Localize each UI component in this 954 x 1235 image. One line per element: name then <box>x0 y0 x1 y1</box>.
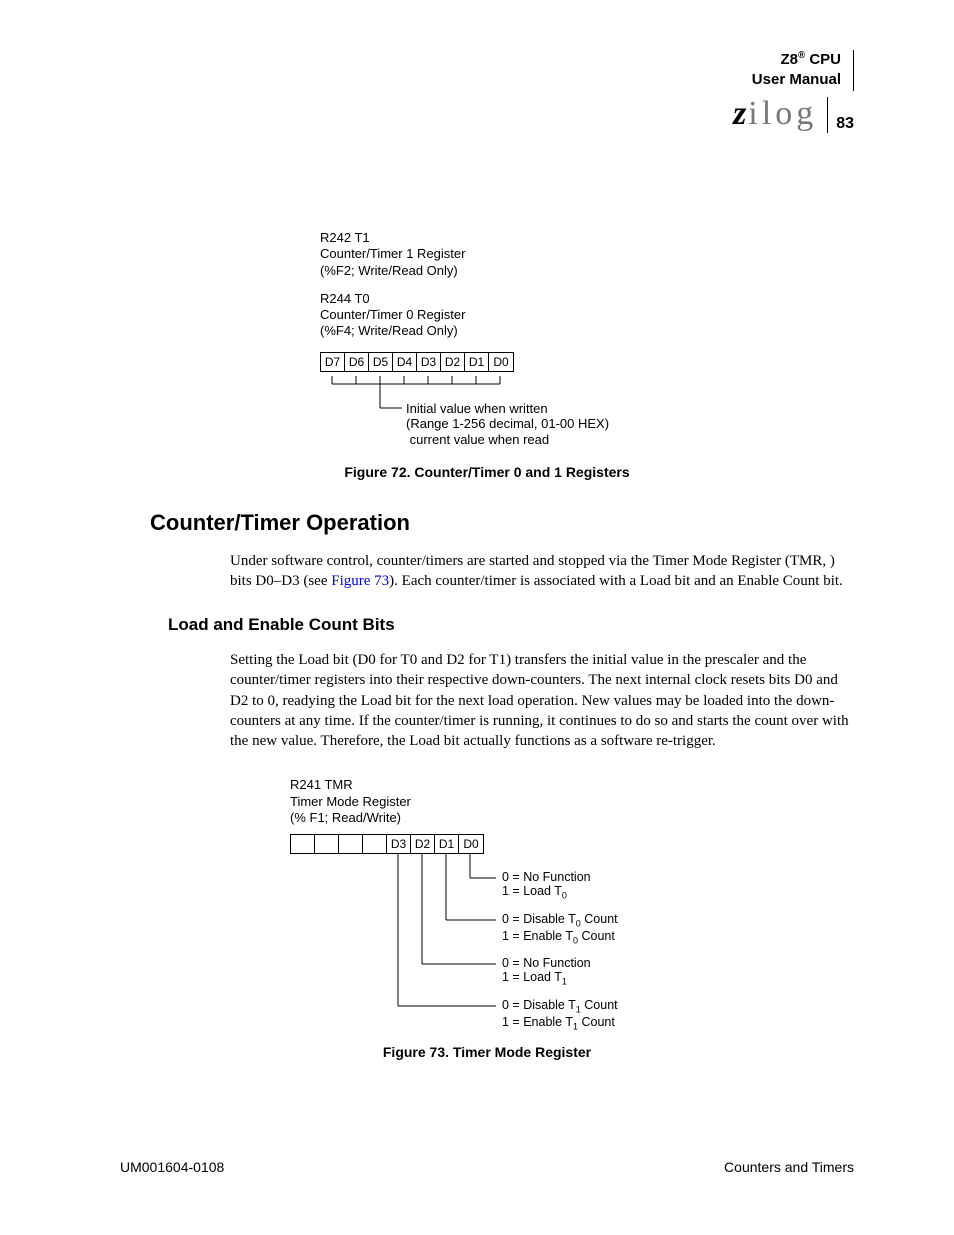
d1-text: 0 = Disable T0 Count 1 = Enable T0 Count <box>502 912 618 946</box>
bit-cell <box>363 835 387 853</box>
bit-cell: D6 <box>345 353 369 371</box>
d0-text: 0 = No Function 1 = Load T0 <box>502 870 591 901</box>
para-2: Setting the Load bit (D0 for T0 and D2 f… <box>230 650 854 751</box>
page-footer: UM001604-0108 Counters and Timers <box>120 1159 854 1175</box>
reg2-desc: R244 T0 Counter/Timer 0 Register (%F4; W… <box>320 291 854 340</box>
bit-cell <box>291 835 315 853</box>
bit-cell <box>339 835 363 853</box>
reg73-desc: R241 TMR Timer Mode Register (% F1; Read… <box>290 777 854 826</box>
callout-73-lines-icon <box>290 854 690 1044</box>
bit-cell: D1 <box>465 353 489 371</box>
d2-text: 0 = No Function 1 = Load T1 <box>502 956 591 987</box>
bit-cell: D0 <box>489 353 513 371</box>
subsection-heading: Load and Enable Count Bits <box>168 615 854 635</box>
section-heading: Counter/Timer Operation <box>150 510 854 536</box>
figure-72-caption: Figure 72. Counter/Timer 0 and 1 Registe… <box>120 464 854 480</box>
callout-72-text: Initial value when written (Range 1-256 … <box>406 401 609 448</box>
bit-cell <box>315 835 339 853</box>
page-header: Z8® CPU User Manual zilog 83 <box>733 50 854 133</box>
bit-cell: D0 <box>459 835 483 853</box>
bit-row-72: D7 D6 D5 D4 D3 D2 D1 D0 <box>320 352 514 372</box>
figure-73-caption: Figure 73. Timer Mode Register <box>120 1044 854 1060</box>
page: Z8® CPU User Manual zilog 83 R242 T1 Cou… <box>0 0 954 1235</box>
bit-cell: D3 <box>417 353 441 371</box>
reg1-desc: R242 T1 Counter/Timer 1 Register (%F2; W… <box>320 230 854 279</box>
footer-right: Counters and Timers <box>724 1159 854 1175</box>
zilog-logo: zilog <box>733 97 828 133</box>
bit-cell: D4 <box>393 353 417 371</box>
callout-73: 0 = No Function 1 = Load T0 0 = Disable … <box>290 854 854 1044</box>
bit-cell: D3 <box>387 835 411 853</box>
callout-72: Initial value when written (Range 1-256 … <box>320 376 854 446</box>
figure-73-link[interactable]: Figure 73 <box>331 573 389 589</box>
bit-row-73: D3 D2 D1 D0 <box>290 834 484 854</box>
title-line2: User Manual <box>752 71 841 88</box>
footer-left: UM001604-0108 <box>120 1159 224 1175</box>
content: R242 T1 Counter/Timer 1 Register (%F2; W… <box>120 50 854 1060</box>
bit-cell: D2 <box>411 835 435 853</box>
doc-title: Z8® CPU User Manual <box>752 50 854 91</box>
figure-73-diagram: R241 TMR Timer Mode Register (% F1; Read… <box>290 777 854 1044</box>
bit-cell: D2 <box>441 353 465 371</box>
para-1: Under software control, counter/timers a… <box>230 551 854 592</box>
bit-cell: D5 <box>369 353 393 371</box>
d3-text: 0 = Disable T1 Count 1 = Enable T1 Count <box>502 998 618 1032</box>
bit-cell: D7 <box>321 353 345 371</box>
logo-row: zilog 83 <box>733 97 854 133</box>
figure-72-diagram: R242 T1 Counter/Timer 1 Register (%F2; W… <box>320 230 854 446</box>
title-line1: Z8® CPU <box>780 51 841 68</box>
bit-cell: D1 <box>435 835 459 853</box>
page-number: 83 <box>836 115 854 133</box>
